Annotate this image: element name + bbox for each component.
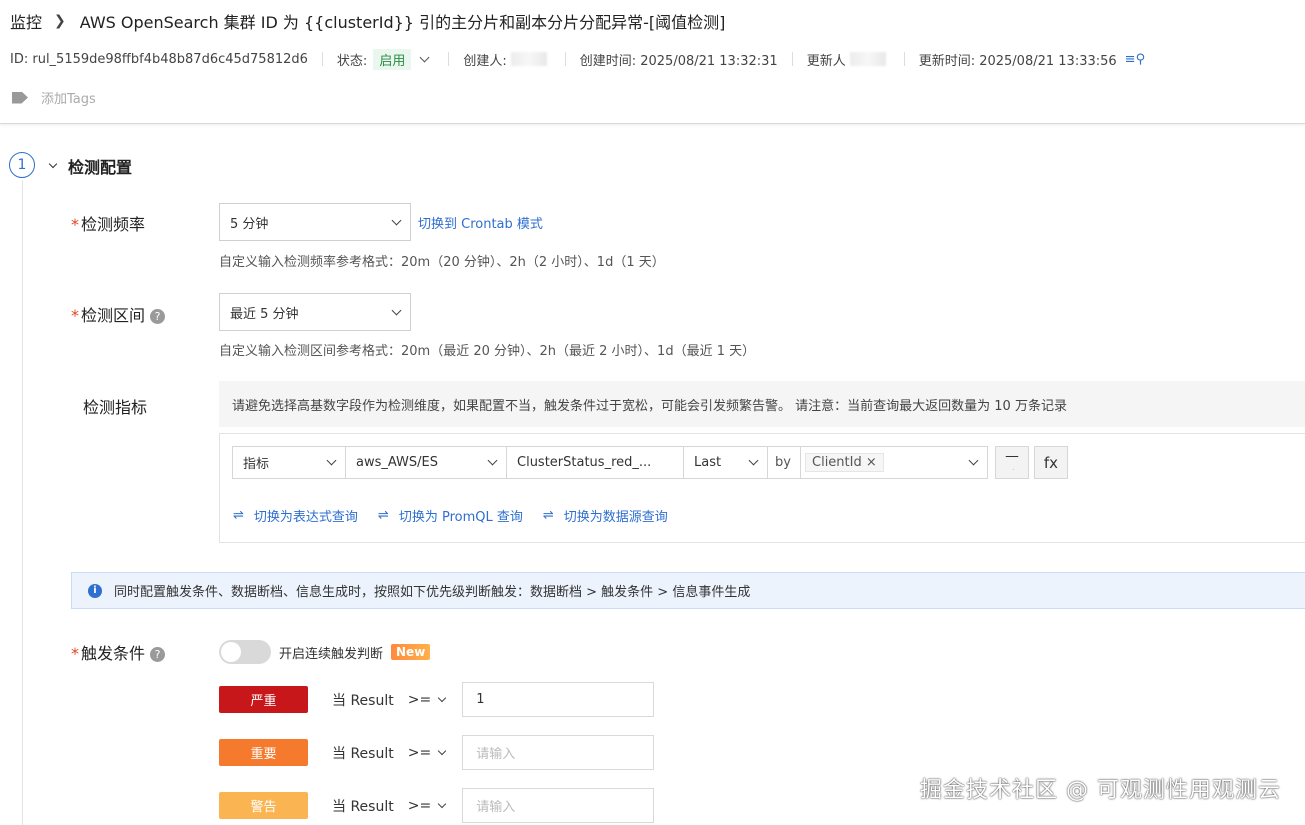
divider [321,52,323,66]
status-label: 状态: [336,53,368,69]
query-builder: 指标 aws_AWS/ES ClusterStatus_red_... Last… [219,433,1305,543]
filter-icon [1005,455,1019,470]
updated-time: 更新时间: 2025/08/21 13:33:56 [918,53,1117,69]
trigger-row-important: 重要 当 Result >= 请输入 [219,735,655,770]
threshold-input-important[interactable]: 请输入 [462,735,655,770]
chevron-down-icon [391,215,402,225]
frequency-label: * 检测频率 [71,215,146,234]
threshold-input-warning[interactable]: 请输入 [462,788,655,823]
crontab-switch-link[interactable]: 切换到 Crontab 模式 [418,213,543,232]
divider [903,52,905,66]
step-title: 检测配置 [68,158,133,177]
step-header[interactable]: 检测配置 [48,154,132,178]
frequency-select[interactable]: 5 分钟 [219,203,411,241]
chevron-down-icon [968,455,979,466]
chevron-down-icon [487,455,498,466]
swap-icon: ⇌ [377,508,389,523]
switch-promql-link[interactable]: 切换为 PromQL 查询 [399,506,523,525]
close-icon[interactable]: × [866,455,877,470]
group-by-chip[interactable]: ClientId × [805,453,884,472]
interval-label: * 检测区间? [71,302,166,326]
help-icon[interactable]: ? [150,309,166,324]
trigger-label: * 触发条件? [71,640,166,664]
severity-critical-badge: 严重 [219,686,308,713]
trigger-row-critical: 严重 当 Result >= 1 [219,682,655,717]
meta-bar: ID: rul_5159de98ffbf4b48b87d6c45d75812d6… [10,48,1145,70]
status-badge[interactable]: 启用 [373,48,412,70]
field-select[interactable]: ClusterStatus_red_... [506,446,683,479]
frequency-hint: 自定义输入检测频率参考格式：20m（20 分钟）、2h（2 小时）、1d（1 天… [219,255,665,270]
breadcrumb-root-link[interactable]: 监控 [10,9,42,33]
measurement-select[interactable]: aws_AWS/ES [345,446,506,479]
watermark: 掘金技术社区 @ 可观测性用观测云 [920,778,1281,803]
page-title: AWS OpenSearch 集群 ID 为 {{clusterId}} 引的主… [79,13,726,32]
switch-expression-link[interactable]: 切换为表达式查询 [254,506,358,525]
avatar [510,52,547,66]
by-label: by [767,446,800,479]
query-type-select[interactable]: 指标 [232,446,345,479]
threshold-input-critical[interactable]: 1 [462,682,655,717]
chevron-down-icon[interactable] [419,52,430,62]
chevron-down-icon [437,693,447,702]
creator-label: 创建人: [463,53,507,69]
step-number: 1 [9,152,35,178]
aggregation-select[interactable]: Last [683,446,767,479]
created-time: 创建时间: 2025/08/21 13:32:31 [579,53,778,69]
toggle-label: 开启连续触发判断 [279,646,384,662]
help-icon[interactable]: ? [150,647,166,662]
chevron-down-icon [748,455,759,466]
new-badge: New [391,644,431,660]
divider [564,52,566,66]
interval-hint: 自定义输入检测区间参考格式：20m（最近 20 分钟）、2h（最近 2 小时）、… [219,344,756,359]
condition-label: 当 Result [332,798,394,815]
rule-id: ID: rul_5159de98ffbf4b48b87d6c45d75812d6 [10,51,308,67]
chevron-down-icon [437,799,447,808]
divider [448,52,450,66]
info-icon: i [88,583,102,598]
metric-label: 检测指标 [83,398,148,417]
updater-label: 更新人 [806,53,846,69]
metric-panel: 请避免选择高基数字段作为检测维度，如果配置不当，触发条件过于宽松，可能会引发频繁… [219,381,1305,543]
operator-select[interactable]: >= [408,692,447,708]
chevron-right-icon: ❯ [54,13,66,29]
operator-select[interactable]: >= [408,745,447,761]
condition-label: 当 Result [332,745,394,762]
query-row: 指标 aws_AWS/ES ClusterStatus_red_... Last… [232,446,1068,479]
chevron-down-icon [437,746,447,755]
chevron-down-icon [326,455,337,466]
function-button[interactable]: fx [1034,446,1068,479]
tag-icon [12,91,28,104]
metric-note: 请避免选择高基数字段作为检测维度，如果配置不当，触发条件过于宽松，可能会引发频繁… [219,381,1305,427]
operator-select[interactable]: >= [408,798,447,814]
chevron-down-icon [391,305,402,315]
continuous-trigger-row: 开启连续触发判断 New [219,640,431,664]
add-tags-button[interactable]: 添加Tags [12,88,96,107]
switch-datasource-link[interactable]: 切换为数据源查询 [564,506,668,525]
avatar [849,52,886,66]
query-switch-links: ⇌ 切换为表达式查询 ⇌ 切换为 PromQL 查询 ⇌ 切换为数据源查询 [233,506,668,525]
detail-header: 监控 ❯ AWS OpenSearch 集群 ID 为 {{clusterId}… [0,0,1305,124]
swap-icon: ⇌ [542,508,554,523]
filter-button[interactable] [995,446,1029,479]
history-search-icon[interactable]: ≡⚲ [1125,52,1145,67]
swap-icon: ⇌ [233,508,244,523]
divider [791,52,793,66]
group-by-select[interactable]: ClientId × [800,446,988,479]
chevron-down-icon [48,159,58,169]
step-connector [22,180,23,825]
severity-warning-badge: 警告 [219,792,308,819]
interval-select[interactable]: 最近 5 分钟 [219,293,411,331]
trigger-row-warning: 警告 当 Result >= 请输入 [219,788,655,823]
priority-alert: i 同时配置触发条件、数据断档、信息生成时，按照如下优先级判断触发：数据断档 >… [71,572,1305,609]
continuous-trigger-toggle[interactable] [219,640,271,664]
breadcrumb: 监控 ❯ AWS OpenSearch 集群 ID 为 {{clusterId}… [10,8,725,34]
alert-text: 同时配置触发条件、数据断档、信息生成时，按照如下优先级判断触发：数据断档 > 触… [114,585,751,600]
condition-label: 当 Result [332,692,394,709]
add-tags-label: 添加Tags [41,92,96,107]
severity-important-badge: 重要 [219,739,308,766]
